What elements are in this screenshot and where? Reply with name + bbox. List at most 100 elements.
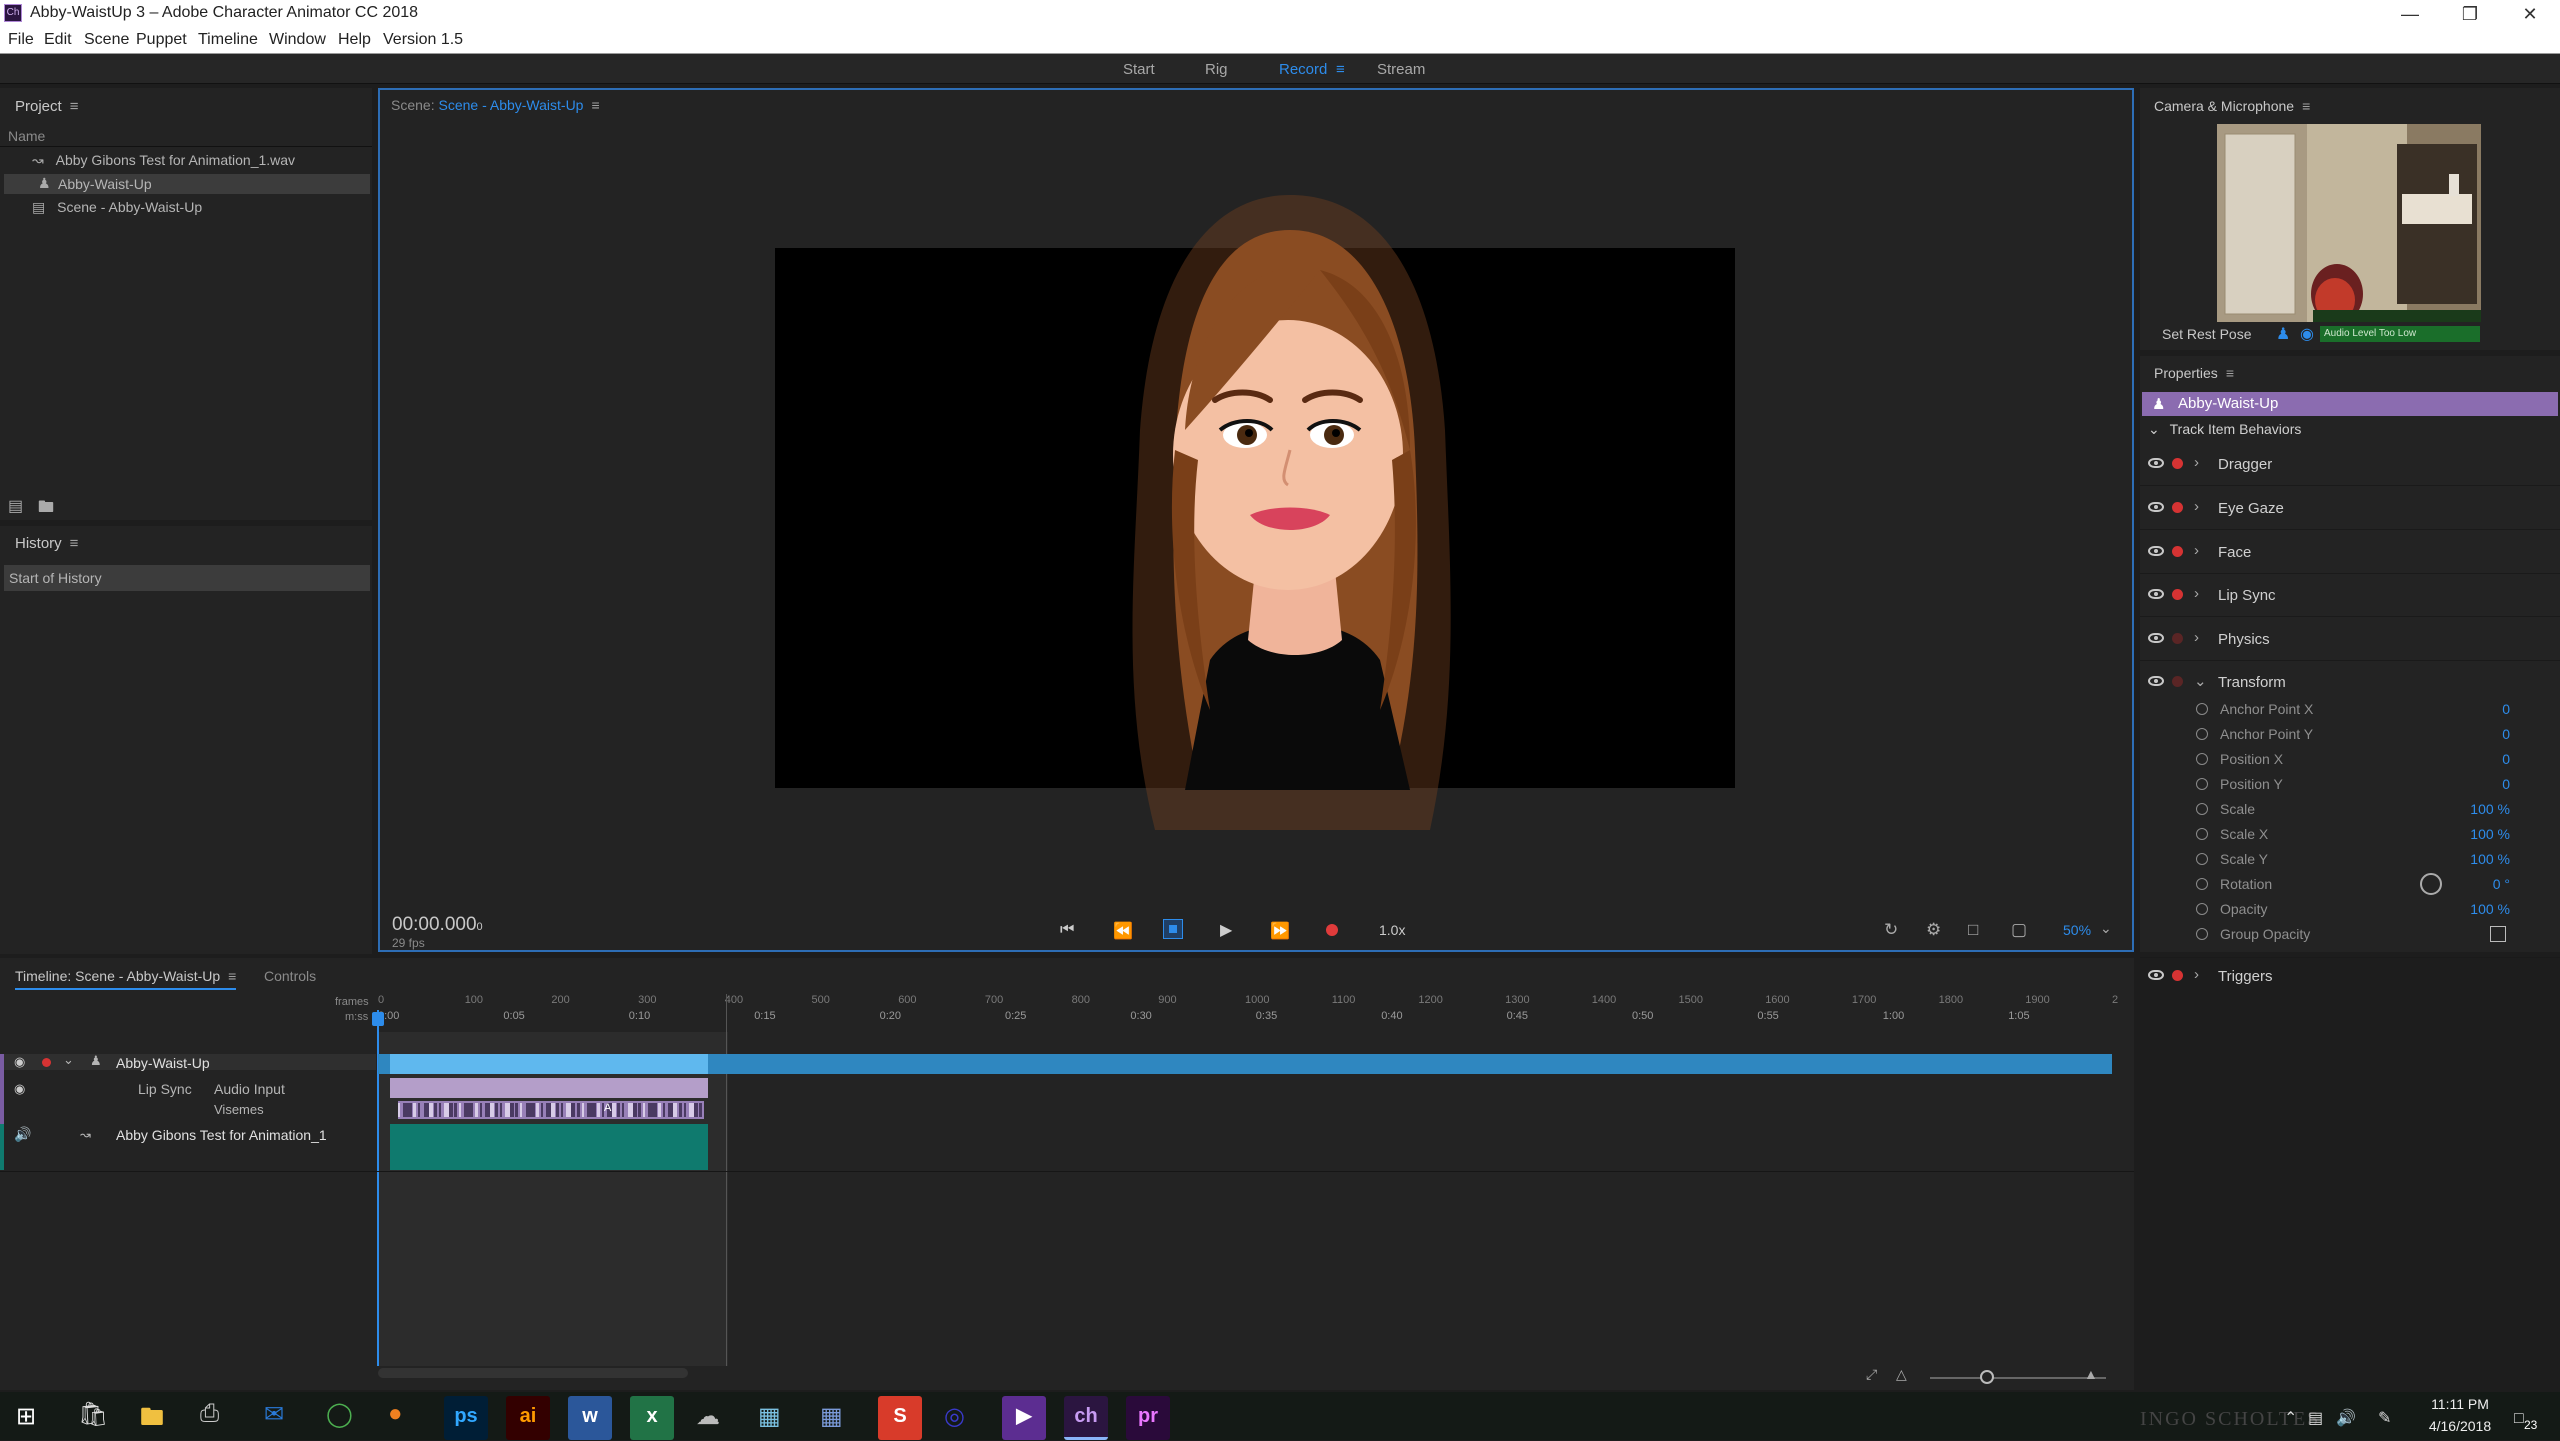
chevron-right-icon[interactable]: ›: [2194, 498, 2199, 515]
chevron-right-icon[interactable]: ›: [2194, 542, 2199, 559]
puppet-take-bar[interactable]: [390, 1054, 708, 1074]
pen-icon[interactable]: ✎: [2378, 1408, 2391, 1428]
premiere-icon[interactable]: pr: [1126, 1396, 1170, 1440]
controls-tab[interactable]: Controls: [264, 968, 316, 984]
behavior-physics[interactable]: › Physics: [2140, 621, 2560, 661]
record-arm-icon[interactable]: [2172, 458, 2183, 469]
chevron-down-icon[interactable]: ⌄: [2194, 672, 2207, 690]
workspace-menu-icon[interactable]: ≡: [1336, 61, 1345, 78]
loop-icon[interactable]: ↻: [1884, 920, 1898, 940]
app-icon-generic[interactable]: ☁: [696, 1402, 720, 1431]
prop-value[interactable]: 0 °: [2493, 876, 2510, 892]
close-button[interactable]: ✕: [2500, 0, 2560, 28]
record-arm-icon[interactable]: [2172, 633, 2183, 644]
prop-value[interactable]: 100 %: [2470, 901, 2510, 917]
camera-menu-icon[interactable]: ≡: [2302, 98, 2310, 114]
prop-value[interactable]: 100 %: [2470, 801, 2510, 817]
new-scene-icon[interactable]: ▤: [8, 496, 23, 516]
behavior-face[interactable]: › Face: [2140, 534, 2560, 574]
firefox-icon[interactable]: ●: [388, 1400, 403, 1428]
safe-area-icon[interactable]: ▢: [2011, 920, 2027, 940]
group-opacity-checkbox[interactable]: [2490, 926, 2506, 942]
play-icon[interactable]: ▶: [1220, 920, 1232, 940]
timeline-ruler[interactable]: 0 100 200 300 400 500 600 700 800 900 1000 1100 1200…: [378, 994, 2118, 1030]
camera-toggle-icon[interactable]: ♟: [2276, 324, 2290, 344]
app-icon-book[interactable]: ▦: [820, 1402, 843, 1431]
eye-icon[interactable]: [2148, 589, 2164, 599]
chrome-icon[interactable]: ◯: [326, 1400, 353, 1429]
stream-output-icon[interactable]: □: [1968, 920, 1978, 940]
clock-time[interactable]: 11:11 PM: [2420, 1396, 2500, 1412]
zoom-slider[interactable]: [1930, 1377, 2106, 1379]
zoom-slider-handle[interactable]: [1980, 1370, 1994, 1384]
microphone-icon[interactable]: ◉: [2300, 324, 2314, 344]
keyframe-icon[interactable]: [2196, 778, 2208, 790]
properties-menu-icon[interactable]: ≡: [2226, 365, 2234, 381]
timeline-scrollbar[interactable]: [378, 1368, 688, 1378]
menu-edit[interactable]: Edit: [44, 31, 72, 49]
file-explorer-icon[interactable]: 🖿: [140, 1400, 164, 1441]
zoom-out-icon[interactable]: △: [1896, 1366, 1907, 1383]
record-arm-icon[interactable]: [2172, 546, 2183, 557]
history-menu-icon[interactable]: ≡: [70, 535, 79, 552]
prop-value[interactable]: 0: [2502, 751, 2510, 767]
tab-start[interactable]: Start: [1123, 61, 1155, 78]
menu-version[interactable]: Version 1.5: [383, 31, 463, 49]
set-rest-pose-button[interactable]: Set Rest Pose: [2162, 326, 2252, 342]
behavior-eye-gaze[interactable]: › Eye Gaze: [2140, 490, 2560, 530]
track-record-icon[interactable]: [42, 1058, 51, 1067]
keyframe-icon[interactable]: [2196, 878, 2208, 890]
printer-icon[interactable]: ⎙: [200, 1400, 219, 1428]
prop-value[interactable]: 0: [2502, 701, 2510, 717]
new-folder-icon[interactable]: 🖿: [38, 496, 54, 523]
menu-help[interactable]: Help: [338, 31, 371, 49]
chevron-right-icon[interactable]: ›: [2194, 454, 2199, 471]
eye-icon[interactable]: [2148, 676, 2164, 686]
store-icon[interactable]: 🛍: [78, 1400, 108, 1429]
photoshop-icon[interactable]: ps: [444, 1396, 488, 1440]
track-audio-name[interactable]: Abby Gibons Test for Animation_1: [116, 1127, 327, 1143]
record-arm-icon[interactable]: [2172, 502, 2183, 513]
tray-chevron-icon[interactable]: ⌃: [2284, 1408, 2297, 1428]
project-item-puppet[interactable]: ♟ Abby-Waist-Up: [4, 174, 370, 194]
keyframe-icon[interactable]: [2196, 753, 2208, 765]
prop-value[interactable]: 100 %: [2470, 851, 2510, 867]
prop-value[interactable]: 0: [2502, 776, 2510, 792]
behavior-triggers[interactable]: › Triggers: [2140, 957, 2560, 997]
behavior-lip-sync[interactable]: › Lip Sync: [2140, 577, 2560, 617]
eye-icon[interactable]: [2148, 633, 2164, 643]
record-arm-icon[interactable]: [2172, 676, 2183, 687]
action-center-icon[interactable]: □: [2514, 1410, 2524, 1428]
lipsync-eye-icon[interactable]: ◉: [14, 1081, 25, 1097]
menu-scene[interactable]: Scene: [84, 31, 129, 49]
audio-input-take[interactable]: [390, 1078, 708, 1098]
go-to-start-icon[interactable]: ⏮: [1060, 921, 1074, 939]
history-item[interactable]: Start of History: [4, 565, 370, 591]
speaker-icon[interactable]: 🔊: [14, 1126, 31, 1143]
word-icon[interactable]: w: [568, 1396, 612, 1440]
visual-studio-icon[interactable]: ▶: [1002, 1396, 1046, 1440]
character-animator-icon[interactable]: ch: [1064, 1396, 1108, 1440]
behavior-dragger[interactable]: › Dragger: [2140, 446, 2560, 486]
prop-value[interactable]: 0: [2502, 726, 2510, 742]
network-icon[interactable]: ▤: [2308, 1408, 2323, 1428]
puppet-character[interactable]: [1080, 190, 1500, 840]
eye-icon[interactable]: [2148, 970, 2164, 980]
menu-puppet[interactable]: Puppet: [136, 31, 187, 49]
clock-date[interactable]: 4/16/2018: [2420, 1418, 2500, 1434]
keyframe-icon[interactable]: [2196, 828, 2208, 840]
playhead-handle[interactable]: [372, 1012, 384, 1026]
record-arm-icon[interactable]: [2172, 589, 2183, 600]
track-eye-icon[interactable]: ◉: [14, 1054, 25, 1070]
outlook-icon[interactable]: ✉: [264, 1400, 284, 1429]
chevron-right-icon[interactable]: ›: [2194, 966, 2199, 983]
zoom-in-icon[interactable]: ▲: [2084, 1366, 2098, 1382]
app-icon-globe[interactable]: ◎: [944, 1402, 965, 1431]
app-icon-paper[interactable]: ▦: [758, 1402, 781, 1431]
record-button[interactable]: [1326, 924, 1338, 936]
minimize-button[interactable]: —: [2380, 0, 2440, 28]
keyframe-icon[interactable]: [2196, 703, 2208, 715]
playback-speed[interactable]: 1.0x: [1379, 922, 1405, 938]
audio-clip[interactable]: [390, 1124, 708, 1170]
windows-start-icon[interactable]: ⊞: [16, 1402, 36, 1431]
